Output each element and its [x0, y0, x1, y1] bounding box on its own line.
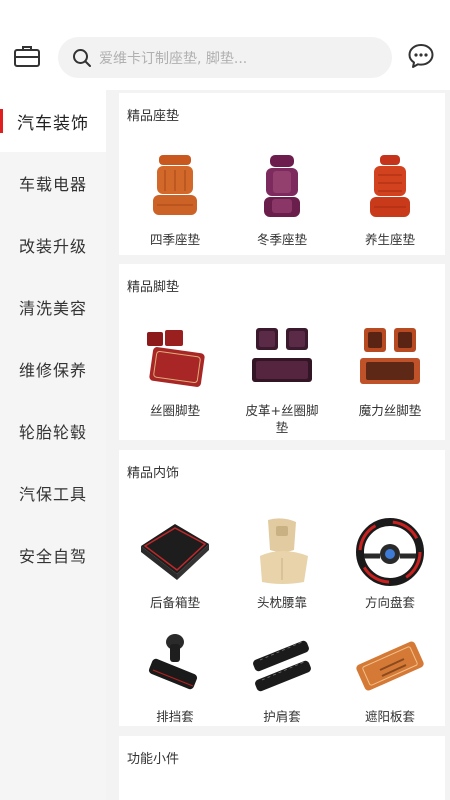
product-label: 魔力丝脚垫: [358, 403, 422, 418]
product-label: 丝圈脚垫: [149, 403, 200, 418]
sidebar-item-label: 汽保工具: [18, 485, 87, 504]
sidebar-item-tools[interactable]: 汽保工具: [0, 462, 106, 524]
header: 爱维卡订制座垫, 脚垫...: [0, 0, 450, 90]
product-label: 护肩套: [263, 709, 301, 724]
sidebar-item-label: 改装升级: [18, 237, 87, 256]
sidebar-item-car-wash[interactable]: 清洗美容: [0, 276, 106, 338]
category-content: 精品座垫 四季座垫 冬季座垫 养生座垫 精品脚垫 丝圈脚垫 皮革+丝圈脚垫 魔力…: [106, 90, 450, 800]
product-item[interactable]: 四季座垫: [121, 153, 229, 248]
product-label: 养生座垫: [364, 232, 415, 247]
sidebar-item-car-electronics[interactable]: 车载电器: [0, 152, 106, 214]
steering-wheel-icon: [356, 518, 424, 586]
seat-cushion-icon: [370, 155, 410, 217]
product-label: 头枕腰靠: [256, 595, 307, 610]
product-item[interactable]: 方向盘套: [336, 516, 444, 611]
product-item[interactable]: 护肩套: [228, 630, 336, 725]
trunk-mat-icon: [141, 524, 209, 580]
floor-mat-icon: [360, 328, 420, 384]
section-title: 精品座垫: [127, 109, 180, 124]
sidebar-item-safety-driving[interactable]: 安全自驾: [0, 524, 106, 586]
product-item[interactable]: 魔力丝脚垫: [336, 324, 444, 419]
sidebar-item-label: 安全自驾: [18, 547, 87, 566]
sidebar-item-label: 轮胎轮毂: [18, 423, 87, 442]
shoulder-pad-icon: [253, 640, 311, 692]
toolbox-icon[interactable]: [11, 40, 43, 72]
product-item[interactable]: 头枕腰靠: [228, 516, 336, 611]
message-icon[interactable]: [405, 40, 437, 72]
seat-cushion-icon: [264, 155, 300, 217]
product-label: 冬季座垫: [256, 232, 307, 247]
product-label: 皮革+丝圈脚垫: [245, 403, 319, 435]
sidebar-item-label: 汽车装饰: [17, 113, 89, 134]
app-root: 爱维卡订制座垫, 脚垫... 汽车装饰 车载电器 改装升级 清洗美容 维修保养 …: [0, 0, 450, 800]
headrest-icon: [260, 518, 308, 584]
product-item[interactable]: 排挡套: [121, 630, 229, 725]
sidebar-item-maintenance[interactable]: 维修保养: [0, 338, 106, 400]
section-title: 精品内饰: [127, 466, 180, 481]
sidebar-item-label: 车载电器: [18, 175, 87, 194]
product-item[interactable]: 养生座垫: [336, 153, 444, 248]
sidebar-item-label: 清洗美容: [18, 299, 87, 318]
product-label: 遮阳板套: [364, 709, 415, 724]
product-label: 后备箱垫: [149, 595, 200, 610]
sidebar-item-car-decoration[interactable]: 汽车装饰: [0, 90, 106, 152]
sidebar-item-modification[interactable]: 改装升级: [0, 214, 106, 276]
section-title: 功能小件: [127, 752, 180, 767]
search-placeholder: 爱维卡订制座垫, 脚垫...: [99, 50, 248, 67]
seat-cushion-icon: [153, 155, 197, 215]
category-sidebar: 汽车装饰 车载电器 改装升级 清洗美容 维修保养 轮胎轮毂 汽保工具 安全自驾: [0, 90, 106, 800]
product-item[interactable]: 后备箱垫: [121, 516, 229, 611]
section-floor-mats: 精品脚垫 丝圈脚垫 皮革+丝圈脚垫 魔力丝脚垫: [119, 264, 445, 440]
product-item[interactable]: 冬季座垫: [228, 153, 336, 248]
product-item[interactable]: 丝圈脚垫: [121, 324, 229, 419]
floor-mat-icon: [252, 328, 312, 382]
section-interior: 精品内饰 后备箱垫 头枕腰靠 方向盘套 排挡套 护肩套 遮阳板套: [119, 450, 445, 726]
sun-visor-icon: [356, 641, 424, 691]
product-item[interactable]: 遮阳板套: [336, 630, 444, 725]
product-label: 四季座垫: [149, 232, 200, 247]
floor-mat-icon: [147, 330, 205, 387]
sidebar-item-tires-wheels[interactable]: 轮胎轮毂: [0, 400, 106, 462]
section-seat-cushions: 精品座垫 四季座垫 冬季座垫 养生座垫: [119, 93, 445, 255]
search-input[interactable]: 爱维卡订制座垫, 脚垫...: [58, 37, 392, 78]
section-accessories: 功能小件: [119, 736, 445, 800]
product-label: 排挡套: [156, 709, 194, 724]
product-item[interactable]: 皮革+丝圈脚垫: [228, 324, 336, 436]
gear-shift-icon: [148, 634, 198, 690]
section-title: 精品脚垫: [127, 280, 180, 295]
product-label: 方向盘套: [364, 595, 415, 610]
search-icon: [73, 48, 91, 67]
sidebar-item-label: 维修保养: [18, 361, 87, 380]
